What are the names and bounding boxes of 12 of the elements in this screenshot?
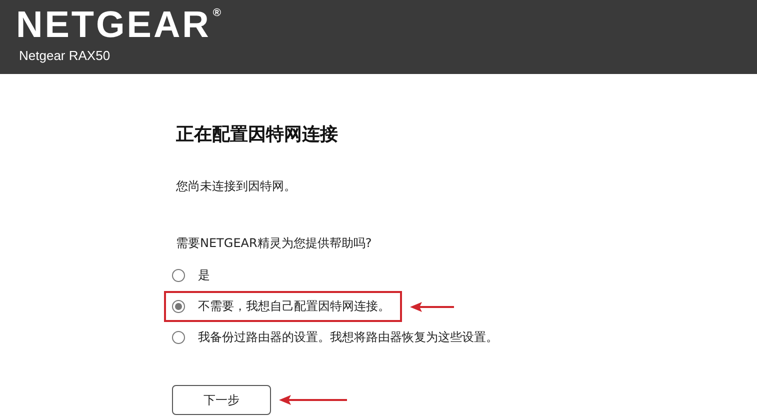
model-name: Netgear RAX50 [19, 48, 110, 63]
radio-option[interactable]: 是 [164, 260, 222, 291]
radio-button[interactable] [172, 331, 185, 344]
brand-logo: NETGEAR® [16, 6, 222, 44]
radio-button[interactable] [172, 269, 185, 282]
radio-option[interactable]: 我备份过路由器的设置。我想将路由器恢复为这些设置。 [164, 322, 510, 353]
question-text: 需要NETGEAR精灵为您提供帮助吗? [176, 235, 372, 252]
radio-button[interactable] [172, 300, 185, 313]
next-button[interactable]: 下一步 [172, 385, 271, 415]
status-text: 您尚未连接到因特网。 [176, 178, 296, 195]
highlighted-option[interactable]: 不需要，我想自己配置因特网连接。 [164, 291, 402, 322]
page-title: 正在配置因特网连接 [176, 123, 338, 146]
